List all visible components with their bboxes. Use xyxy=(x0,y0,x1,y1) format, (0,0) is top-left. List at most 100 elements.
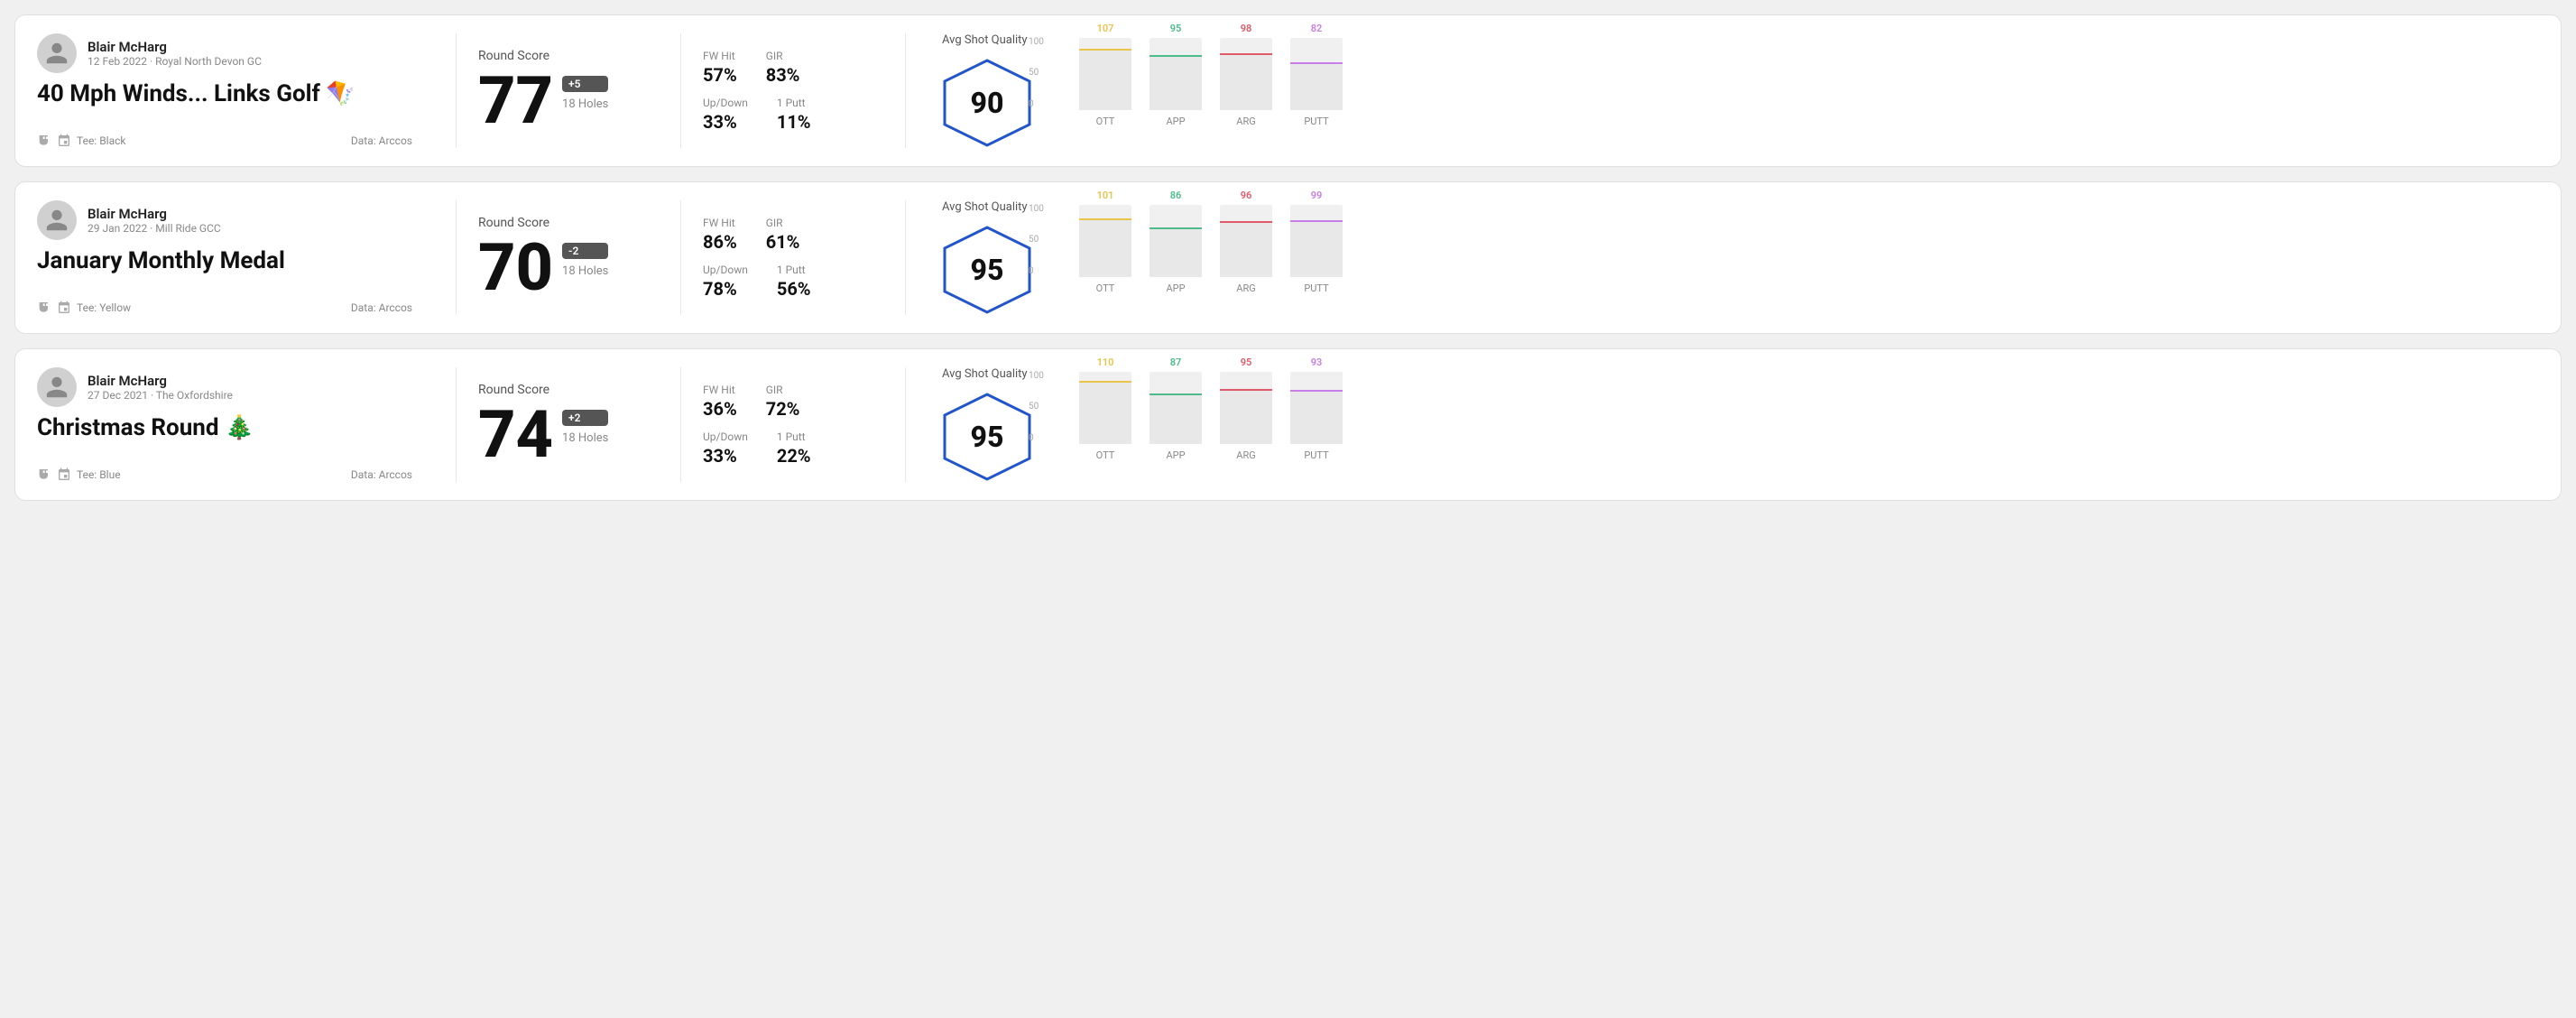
player-meta: 29 Jan 2022 · Mill Ride GCC xyxy=(88,222,221,235)
data-source: Data: Arccos xyxy=(351,301,412,314)
bar-col-ott: 107 OTT xyxy=(1079,23,1131,127)
score-holes: 18 Holes xyxy=(562,264,608,278)
score-badge: -2 xyxy=(562,243,608,259)
avg-quality-section: Avg Shot Quality 95 100 50 0 101 xyxy=(928,200,1343,315)
hexagon-value: 90 xyxy=(971,86,1004,120)
data-source: Data: Arccos xyxy=(351,468,412,481)
gir-stat: GIR 72% xyxy=(766,384,800,420)
gir-label: GIR xyxy=(766,50,800,62)
hexagon-wrap: 95 xyxy=(942,392,1032,482)
bar-col-app: 87 APP xyxy=(1150,356,1202,461)
oneputt-value: 56% xyxy=(777,278,811,300)
fw-hit-value: 86% xyxy=(703,231,737,253)
fw-hit-value: 57% xyxy=(703,64,737,86)
divider xyxy=(456,200,457,315)
round-card: Blair McHarg 29 Jan 2022 · Mill Ride GCC… xyxy=(14,181,2562,334)
divider xyxy=(456,367,457,482)
score-main: 77 +5 18 Holes xyxy=(478,69,659,134)
bar-col-putt: 99 PUTT xyxy=(1290,190,1343,294)
player-footer: Tee: Blue Data: Arccos xyxy=(37,467,412,482)
player-section: Blair McHarg 27 Dec 2021 · The Oxfordshi… xyxy=(37,367,434,482)
stats-row-bot: Up/Down 33% 1 Putt 22% xyxy=(703,430,883,467)
stats-row-top: FW Hit 36% GIR 72% xyxy=(703,384,883,420)
round-card: Blair McHarg 27 Dec 2021 · The Oxfordshi… xyxy=(14,348,2562,501)
stats-section: FW Hit 36% GIR 72% Up/Down 33% 1 Putt 22… xyxy=(703,367,883,482)
bar-col-putt: 82 PUTT xyxy=(1290,23,1343,127)
avatar xyxy=(37,367,77,407)
stats-row-bot: Up/Down 33% 1 Putt 11% xyxy=(703,97,883,133)
score-holes: 18 Holes xyxy=(562,431,608,445)
updown-stat: Up/Down 78% xyxy=(703,264,748,300)
tee-info: Tee: Blue xyxy=(37,467,121,482)
player-footer: Tee: Black Data: Arccos xyxy=(37,134,412,148)
bar-col-putt: 93 PUTT xyxy=(1290,356,1343,461)
updown-value: 78% xyxy=(703,278,748,300)
player-footer: Tee: Yellow Data: Arccos xyxy=(37,301,412,315)
fw-hit-label: FW Hit xyxy=(703,217,737,229)
score-badge: +2 xyxy=(562,410,608,426)
bar-chart-wrap: 100 50 0 101 OTT 86 APP xyxy=(1054,204,1343,312)
score-label: Round Score xyxy=(478,49,659,63)
tee-info: Tee: Black xyxy=(37,134,125,148)
bar-col-app: 95 APP xyxy=(1150,23,1202,127)
player-header: Blair McHarg 12 Feb 2022 · Royal North D… xyxy=(37,33,412,73)
score-label: Round Score xyxy=(478,216,659,230)
bar-chart-wrap: 100 50 0 107 OTT 95 APP xyxy=(1054,37,1343,145)
divider xyxy=(680,200,681,315)
player-section: Blair McHarg 29 Jan 2022 · Mill Ride GCC… xyxy=(37,200,434,315)
round-title: January Monthly Medal xyxy=(37,247,412,274)
oneputt-label: 1 Putt xyxy=(777,97,811,109)
tee-color: Tee: Yellow xyxy=(77,301,131,314)
avg-quality-section: Avg Shot Quality 95 100 50 0 110 xyxy=(928,367,1343,482)
hexagon-wrap: 95 xyxy=(942,225,1032,315)
score-badge: +5 xyxy=(562,76,608,92)
quality-left: Avg Shot Quality 95 xyxy=(942,367,1032,482)
round-card: Blair McHarg 12 Feb 2022 · Royal North D… xyxy=(14,14,2562,167)
gir-label: GIR xyxy=(766,384,800,396)
updown-label: Up/Down xyxy=(703,97,748,109)
score-main: 74 +2 18 Holes xyxy=(478,403,659,467)
score-section: Round Score 77 +5 18 Holes xyxy=(478,33,659,148)
score-holes: 18 Holes xyxy=(562,97,608,111)
player-info: Blair McHarg 29 Jan 2022 · Mill Ride GCC xyxy=(88,206,221,235)
divider xyxy=(456,33,457,148)
updown-stat: Up/Down 33% xyxy=(703,97,748,133)
player-header: Blair McHarg 29 Jan 2022 · Mill Ride GCC xyxy=(37,200,412,240)
player-meta: 12 Feb 2022 · Royal North Devon GC xyxy=(88,55,262,68)
bar-col-ott: 110 OTT xyxy=(1079,356,1131,461)
updown-stat: Up/Down 33% xyxy=(703,430,748,467)
tee-color: Tee: Black xyxy=(77,134,125,147)
gir-label: GIR xyxy=(766,217,800,229)
player-info: Blair McHarg 12 Feb 2022 · Royal North D… xyxy=(88,39,262,68)
bar-col-arg: 96 ARG xyxy=(1220,190,1272,294)
stats-row-top: FW Hit 57% GIR 83% xyxy=(703,50,883,86)
fw-hit-label: FW Hit xyxy=(703,384,737,396)
hexagon-value: 95 xyxy=(971,253,1004,287)
fw-hit-stat: FW Hit 36% xyxy=(703,384,737,420)
score-section: Round Score 74 +2 18 Holes xyxy=(478,367,659,482)
hexagon-wrap: 90 xyxy=(942,58,1032,148)
oneputt-label: 1 Putt xyxy=(777,430,811,443)
hexagon: 95 xyxy=(942,225,1032,315)
tee-info: Tee: Yellow xyxy=(37,301,131,315)
divider xyxy=(680,367,681,482)
avg-quality-label: Avg Shot Quality xyxy=(942,367,1032,381)
divider xyxy=(680,33,681,148)
stats-section: FW Hit 57% GIR 83% Up/Down 33% 1 Putt 11… xyxy=(703,33,883,148)
score-badge-wrap: +2 18 Holes xyxy=(562,410,608,445)
player-meta: 27 Dec 2021 · The Oxfordshire xyxy=(88,389,233,402)
divider xyxy=(905,367,906,482)
stats-section: FW Hit 86% GIR 61% Up/Down 78% 1 Putt 56… xyxy=(703,200,883,315)
divider xyxy=(905,33,906,148)
score-main: 70 -2 18 Holes xyxy=(478,236,659,301)
data-source: Data: Arccos xyxy=(351,134,412,147)
player-name: Blair McHarg xyxy=(88,39,262,55)
bar-col-arg: 98 ARG xyxy=(1220,23,1272,127)
updown-value: 33% xyxy=(703,111,748,133)
score-label: Round Score xyxy=(478,383,659,397)
updown-value: 33% xyxy=(703,445,748,467)
avatar xyxy=(37,33,77,73)
score-section: Round Score 70 -2 18 Holes xyxy=(478,200,659,315)
player-name: Blair McHarg xyxy=(88,373,233,389)
bar-chart-wrap: 100 50 0 110 OTT 87 APP xyxy=(1054,371,1343,479)
